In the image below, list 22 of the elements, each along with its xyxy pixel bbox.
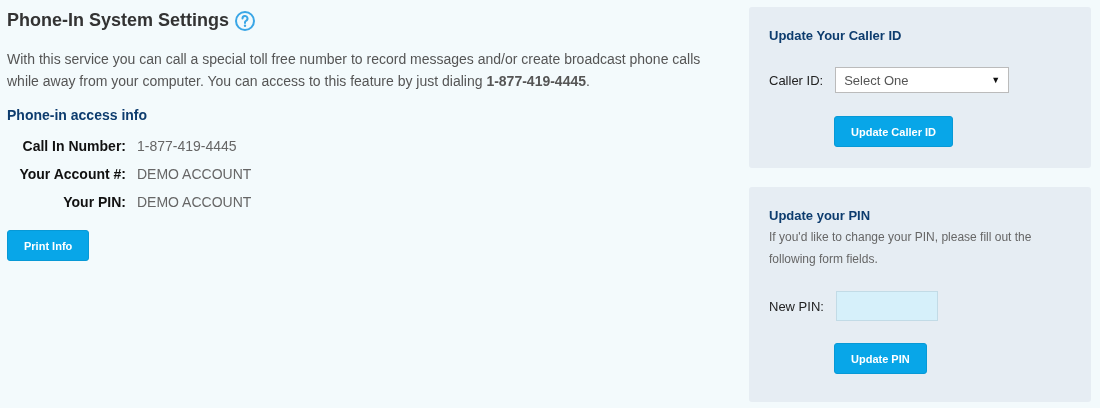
caller-id-select[interactable]: Select One ▼ [835,67,1010,93]
new-pin-field[interactable] [835,291,938,321]
info-label: Your PIN: [62,193,126,211]
panel-heading: Update your PIN [769,208,872,223]
info-value: DEMO ACCOUNT [137,193,252,211]
update-pin-button[interactable]: Update PIN [834,343,927,374]
section-heading: Phone-in access info [7,107,149,123]
update-caller-id-button[interactable]: Update Caller ID [834,116,953,147]
info-value: 1-877-419-4445 [137,137,238,155]
new-pin-label: New PIN: [769,298,824,314]
print-info-button[interactable]: Print Info [7,230,90,261]
info-label: Your Account #: [18,165,126,183]
select-value: Select One [844,72,909,88]
info-value: DEMO ACCOUNT [137,165,252,183]
caller-id-label: Caller ID: [769,72,824,88]
pin-instructions: If you'd like to change your PIN, please fill out the following form fields. [769,229,1033,268]
description-text: With this service you can call a special toll free number to record messages and/or create broadcast phone calls while away from your computer. You can access to this feature by just dialing 1-877-419-4445. [7,50,702,91]
page-title: Phone-In System Settings [7,10,230,31]
dropdown-arrow: ▼ [991,75,1001,85]
help-icon[interactable] [235,10,256,31]
panel-heading: Update Your Caller ID [769,28,903,43]
info-label: Call In Number: [21,137,126,155]
